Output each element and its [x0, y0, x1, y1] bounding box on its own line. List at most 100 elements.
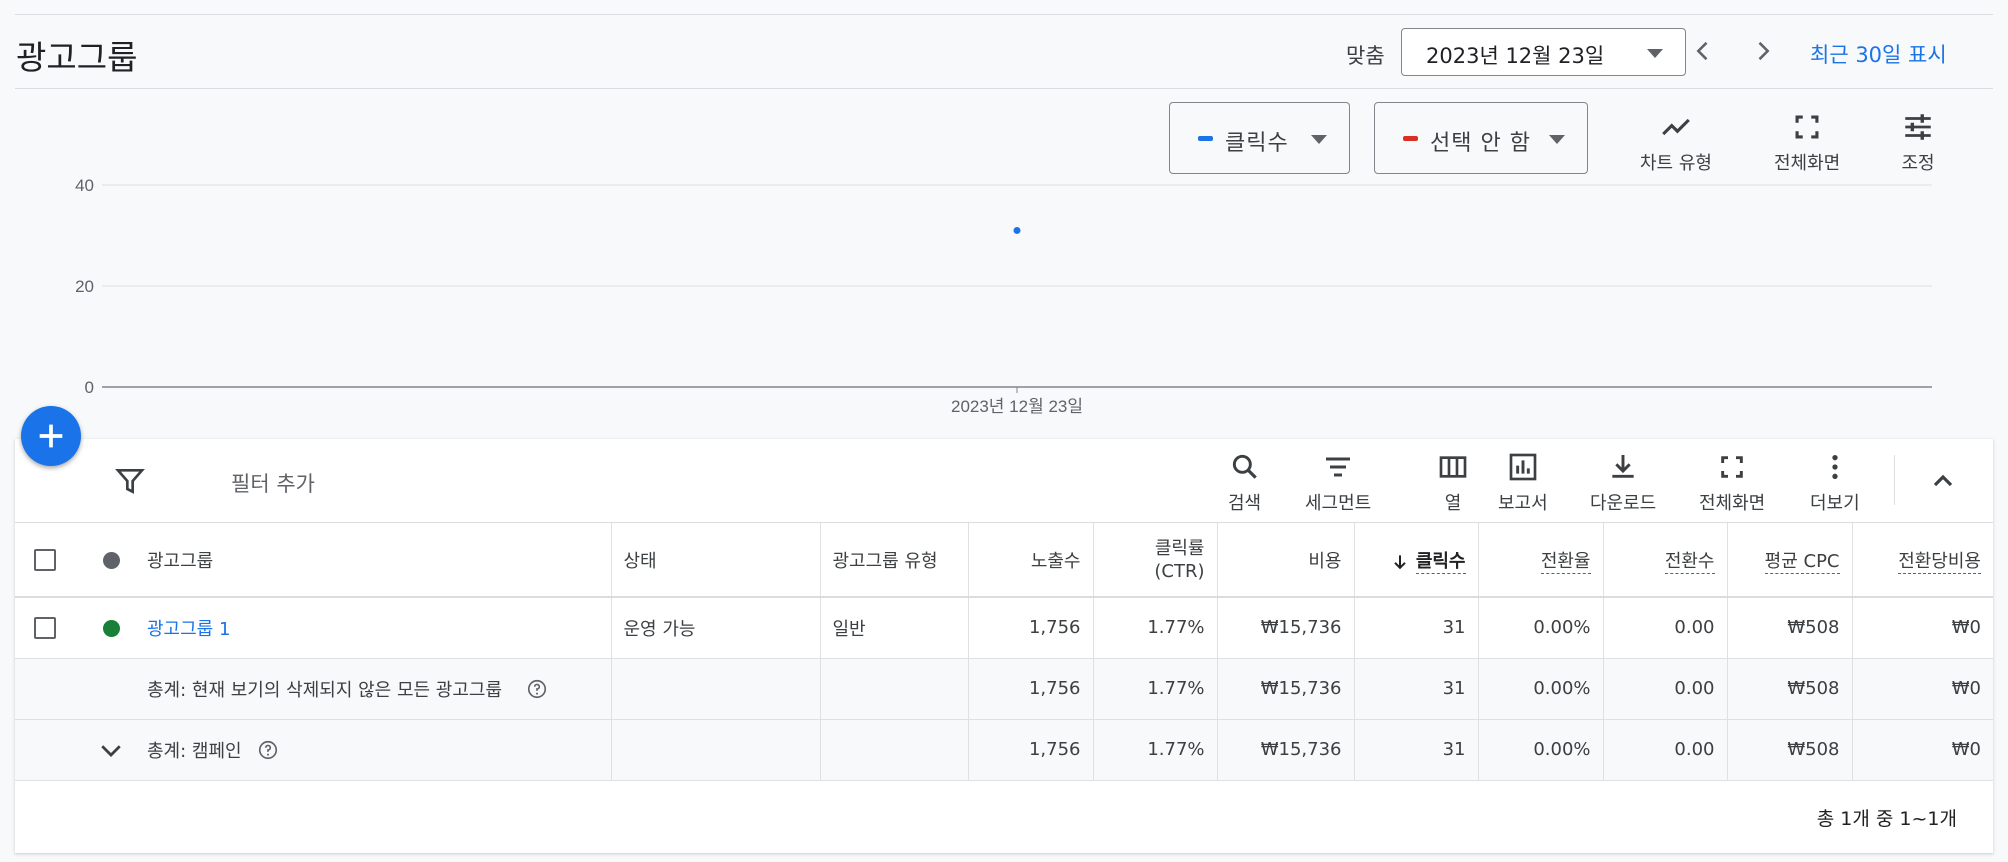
column-header-cost[interactable]: 비용 — [1217, 523, 1355, 598]
metric-2-swatch — [1403, 136, 1418, 141]
download-button[interactable]: 다운로드 — [1590, 451, 1656, 515]
select-all-cell — [15, 523, 75, 598]
table-card: 필터 추가 검색 세그먼트 열 보고서 다운로드 전체화면 더보기 광고그룹 상… — [15, 439, 1993, 853]
arrow-down-icon — [1394, 554, 1406, 569]
total-campaign-row: 총계: 캠페인 1,756 1.77% ₩15,736 31 0.00% 0.0… — [15, 719, 1993, 780]
line-chart-icon — [1662, 118, 1690, 136]
columns-button[interactable]: 열 — [1437, 451, 1469, 515]
status-header-cell — [75, 523, 147, 598]
next-period-button[interactable] — [1741, 29, 1785, 73]
conversions-cell: 0.00 — [1603, 597, 1728, 658]
empty-cell — [611, 658, 821, 719]
ctr-header-line2: (CTR) — [1154, 560, 1205, 582]
tune-icon — [1905, 114, 1931, 140]
adgroup-table: 광고그룹 상태 광고그룹 유형 노출수 클릭률 (CTR) 비용 클릭수 전환율 … — [15, 523, 1993, 781]
table-fullscreen-label: 전체화면 — [1699, 493, 1766, 514]
total-view-conv-rate: 0.00% — [1478, 658, 1604, 719]
filter-icon[interactable] — [114, 465, 146, 497]
add-button[interactable] — [21, 406, 81, 466]
column-header-conversions[interactable]: 전환수 — [1603, 523, 1728, 598]
table-fullscreen-button[interactable]: 전체화면 — [1699, 451, 1765, 515]
column-header-cost-per-conv[interactable]: 전환당비용 — [1852, 523, 1993, 598]
ctr-header-line1: 클릭률 — [1154, 537, 1205, 559]
table-toolbar: 필터 추가 검색 세그먼트 열 보고서 다운로드 전체화면 더보기 — [15, 439, 1993, 523]
y-tick-label: 0 — [85, 378, 94, 397]
page-title: 광고그룹 — [16, 38, 138, 77]
fullscreen-icon — [1721, 456, 1743, 478]
segment-label: 세그먼트 — [1305, 493, 1372, 514]
chevron-up-icon[interactable] — [1927, 465, 1959, 497]
total-view-cost: ₩15,736 — [1217, 658, 1355, 719]
bar-chart-icon — [1509, 453, 1537, 481]
total-view-avg-cpc: ₩508 — [1727, 658, 1853, 719]
total-view-ctr: 1.77% — [1093, 658, 1218, 719]
total-campaign-clicks: 31 — [1354, 719, 1479, 780]
date-range-select[interactable]: 2023년 12월 23일 — [1401, 28, 1686, 76]
x-tick-label: 2023년 12월 23일 — [951, 397, 1083, 416]
column-header-impressions[interactable]: 노출수 — [968, 523, 1094, 598]
search-button[interactable]: 검색 — [1228, 451, 1261, 515]
segment-button[interactable]: 세그먼트 — [1305, 451, 1371, 515]
total-view-label-cell: 총계: 현재 보기의 삭제되지 않은 모든 광고그룹 — [147, 658, 612, 719]
column-header-clicks[interactable]: 클릭수 — [1354, 523, 1479, 598]
help-icon[interactable] — [257, 739, 279, 761]
add-filter-input[interactable]: 필터 추가 — [231, 468, 315, 498]
table-row: 광고그룹 1 운영 가능 일반 1,756 1.77% ₩15,736 31 0… — [15, 597, 1993, 658]
type-cell: 일반 — [820, 597, 969, 658]
y-tick-label: 20 — [75, 277, 94, 296]
caret-down-icon — [1549, 135, 1565, 144]
data-point[interactable] — [1013, 226, 1021, 234]
total-campaign-ctr: 1.77% — [1093, 719, 1218, 780]
column-header-type[interactable]: 광고그룹 유형 — [820, 523, 969, 598]
column-header-avg-cpc[interactable]: 평균 CPC — [1727, 523, 1853, 598]
performance-chart: 0 20 40 2023년 12월 23일 — [75, 176, 1932, 416]
select-all-checkbox[interactable] — [34, 548, 56, 571]
column-header-conv-rate[interactable]: 전환율 — [1478, 523, 1604, 598]
segment-icon — [1326, 457, 1351, 477]
total-view-conversions: 0.00 — [1603, 658, 1728, 719]
chevron-down-icon[interactable] — [96, 735, 126, 765]
total-campaign-avg-cpc: ₩508 — [1727, 719, 1853, 780]
report-button[interactable]: 보고서 — [1498, 451, 1548, 515]
clicks-header-label: 클릭수 — [1415, 550, 1466, 574]
total-campaign-label-cell: 총계: 캠페인 — [147, 719, 612, 780]
total-campaign-conversions: 0.00 — [1603, 719, 1728, 780]
conv-rate-cell: 0.00% — [1478, 597, 1604, 658]
date-range-value: 2023년 12월 23일 — [1426, 44, 1605, 68]
empty-cell — [15, 719, 75, 780]
conv-rate-header-label: 전환율 — [1540, 550, 1591, 574]
caret-down-icon — [1647, 49, 1663, 58]
caret-down-icon — [1311, 135, 1327, 144]
help-icon[interactable] — [526, 678, 548, 700]
download-label: 다운로드 — [1590, 493, 1657, 514]
impressions-cell: 1,756 — [968, 597, 1094, 658]
metric-2-label: 선택 안 함 — [1430, 131, 1531, 156]
page-header: 광고그룹 맞춤 2023년 12월 23일 최근 30일 표시 — [15, 15, 1993, 89]
column-header-adgroup[interactable]: 광고그룹 — [147, 523, 612, 598]
row-checkbox[interactable] — [34, 616, 56, 639]
avg-cpc-header-label: 평균 CPC — [1764, 550, 1840, 574]
cost-per-conv-header-label: 전환당비용 — [1898, 550, 1981, 574]
table-header-row: 광고그룹 상태 광고그룹 유형 노출수 클릭률 (CTR) 비용 클릭수 전환율 … — [15, 523, 1993, 598]
page: 광고그룹 맞춤 2023년 12월 23일 최근 30일 표시 클릭수 선택 안… — [0, 0, 2008, 862]
show-last-30-days-link[interactable]: 최근 30일 표시 — [1810, 39, 1947, 69]
column-header-status[interactable]: 상태 — [611, 523, 821, 598]
previous-period-button[interactable] — [1681, 29, 1725, 73]
total-view-row: 총계: 현재 보기의 삭제되지 않은 모든 광고그룹 1,756 1.77% ₩… — [15, 658, 1993, 719]
status-dot — [102, 551, 120, 569]
total-campaign-cost: ₩15,736 — [1217, 719, 1355, 780]
columns-label: 열 — [1444, 493, 1462, 514]
column-header-ctr[interactable]: 클릭률 (CTR) — [1093, 523, 1218, 598]
total-view-clicks: 31 — [1354, 658, 1479, 719]
row-status-cell — [75, 597, 147, 658]
metric-1-swatch — [1198, 136, 1213, 141]
more-button[interactable]: 더보기 — [1810, 451, 1860, 515]
download-icon — [1612, 455, 1634, 478]
avg-cpc-cell: ₩508 — [1727, 597, 1853, 658]
total-campaign-impressions: 1,756 — [968, 719, 1094, 780]
metric-1-label: 클릭수 — [1225, 131, 1289, 156]
enabled-status-dot — [102, 619, 120, 637]
adgroup-name-link[interactable]: 광고그룹 1 — [147, 619, 230, 640]
y-tick-label: 40 — [75, 176, 94, 195]
more-vert-icon — [1832, 455, 1838, 479]
